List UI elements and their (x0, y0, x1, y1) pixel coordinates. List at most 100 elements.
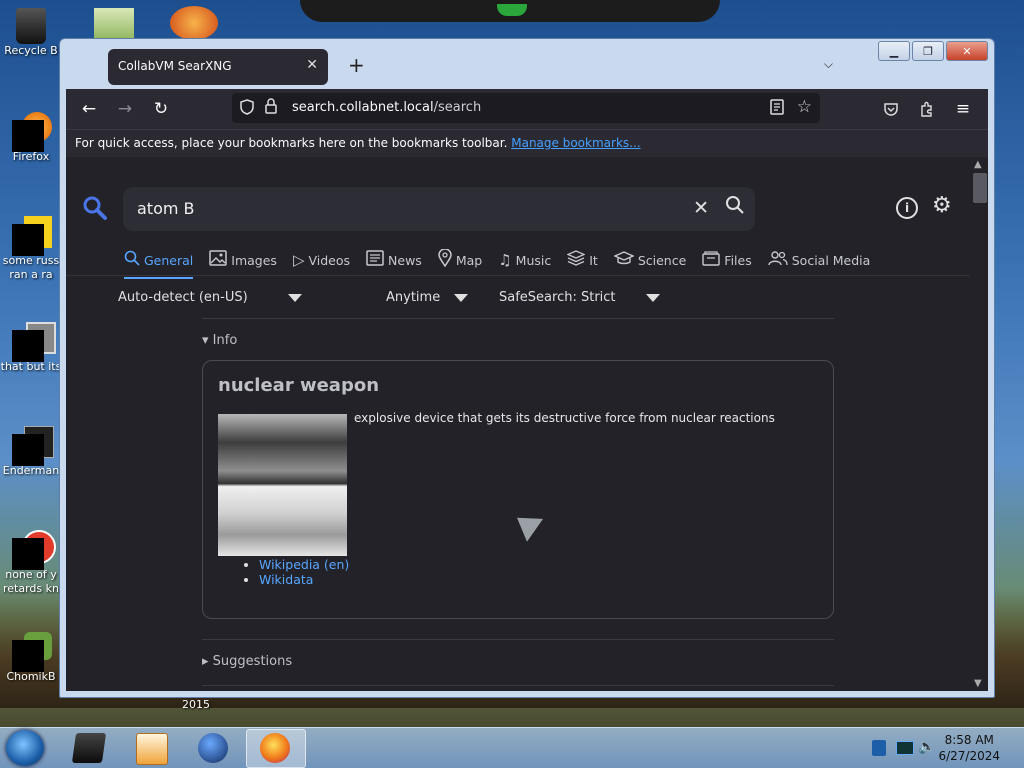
tab-label: It (589, 252, 598, 268)
bookmarks-toolbar: For quick access, place your bookmarks h… (66, 129, 988, 158)
desktop-icon-recycle-bin[interactable]: Recycle B (0, 6, 62, 58)
red-circle-icon (12, 530, 56, 570)
page-info-icon[interactable] (264, 98, 278, 118)
taskbar-globe-icon[interactable] (198, 733, 228, 763)
forward-button[interactable]: → (114, 98, 136, 120)
reader-view-icon[interactable] (770, 99, 784, 119)
tab-close-icon[interactable]: ✕ (306, 57, 318, 73)
music-icon: ♫ (498, 251, 512, 269)
time-range-select[interactable]: Anytime (386, 290, 469, 305)
taskbar-app-terminal-icon[interactable] (71, 733, 107, 763)
people-icon (768, 250, 788, 270)
search-box[interactable]: atom B ✕ (123, 187, 755, 231)
infobox-links: Wikipedia (en) Wikidata (243, 557, 349, 587)
safesearch-select[interactable]: SafeSearch: Strict (499, 290, 660, 305)
minimize-button[interactable]: ▁ (878, 41, 910, 61)
infobox-card: nuclear weapon explosive device that get… (202, 360, 834, 619)
tray-volume-icon[interactable]: 🔈 (918, 739, 935, 755)
search-input[interactable]: atom B (137, 199, 195, 218)
desktop-folder-icon[interactable] (94, 8, 134, 42)
new-tab-button[interactable]: + (348, 53, 365, 77)
pocket-icon[interactable] (880, 98, 902, 120)
hamburger-menu-icon[interactable]: ≡ (952, 98, 974, 120)
tab-label: Videos (308, 252, 351, 268)
start-button[interactable] (6, 730, 44, 766)
bookmarks-hint: For quick access, place your bookmarks h… (75, 136, 508, 150)
clock[interactable]: 8:58 AM 6/27/2024 (938, 732, 1000, 764)
system-tray: 🔈 8:58 AM 6/27/2024 (864, 728, 1024, 768)
infobox-image[interactable] (218, 414, 347, 556)
shield-icon[interactable] (240, 99, 254, 119)
scroll-down-icon[interactable]: ▼ (974, 678, 982, 689)
searxng-logo-icon[interactable] (82, 195, 108, 228)
tab-label: Files (724, 252, 752, 268)
scrollbar-thumb[interactable] (973, 173, 987, 203)
science-icon (613, 250, 635, 270)
page-scrollbar[interactable]: ▲ ▼ (970, 157, 988, 691)
tab-label: Music (515, 252, 552, 268)
navigation-toolbar: ← → ↻ search.collabnet.local/search ☆ ≡ (66, 89, 988, 129)
tab-label: Images (231, 252, 277, 268)
tab-label: News (388, 252, 422, 268)
tray-monitor-icon[interactable] (896, 741, 914, 755)
desktop-icon-file-2[interactable]: that but its (0, 322, 62, 374)
chevron-down-icon (287, 293, 302, 302)
hamster-icon (12, 632, 52, 672)
desktop-icon-firefox[interactable]: Firefox (0, 112, 62, 164)
info-section-label: Info (212, 333, 238, 348)
desktop-icon-chomik[interactable]: ChomikB (0, 632, 62, 684)
desktop-icon-file-1[interactable]: some russ ran a ra (0, 216, 62, 282)
tray-network-icon[interactable] (872, 740, 886, 756)
url-path: /search (433, 100, 482, 115)
manage-bookmarks-link[interactable]: Manage bookmarks... (511, 136, 640, 150)
suggestions-section-toggle[interactable]: ▸ Suggestions (202, 654, 292, 669)
newspaper-icon (366, 250, 384, 270)
play-icon: ▷ (292, 251, 305, 269)
map-pin-icon (438, 248, 452, 271)
desktop-app-icon[interactable] (170, 6, 218, 40)
time-range-value: Anytime (386, 290, 441, 305)
files-icon (702, 250, 720, 270)
infobox-description: explosive device that gets its destructi… (354, 411, 775, 425)
taskbar-media-player-icon[interactable] (136, 733, 168, 765)
clear-search-icon[interactable]: ✕ (693, 197, 709, 219)
tab-label: Social Media (791, 252, 871, 268)
maximize-button[interactable]: ❐ (912, 41, 944, 61)
close-window-button[interactable]: ✕ (946, 41, 988, 61)
tab-collabvm-searxng[interactable]: CollabVM SearXNG ✕ (108, 49, 328, 85)
category-divider (66, 275, 970, 276)
stacked-windows-icon (12, 322, 56, 362)
firefox-icon (12, 112, 52, 152)
scroll-up-icon[interactable]: ▲ (974, 159, 982, 170)
safesearch-value: SafeSearch: Strict (499, 290, 616, 305)
divider (202, 685, 834, 686)
infobox-title: nuclear weapon (218, 375, 380, 396)
taskbar-firefox-icon[interactable] (260, 733, 290, 763)
recycle-bin-icon (14, 6, 48, 44)
bookmark-star-icon[interactable]: ☆ (797, 97, 812, 117)
desktop-icon-label: Recycle B (4, 44, 58, 57)
taskbar: 🔈 8:58 AM 6/27/2024 (0, 727, 1024, 768)
browser-window: CollabVM SearXNG ✕ + ⌵ ▁ ❐ ✕ ← → ↻ searc… (59, 38, 995, 698)
program-icon (12, 426, 54, 466)
desktop-icon-file-3[interactable]: none of y retards kn (0, 530, 62, 596)
wikidata-link[interactable]: Wikidata (259, 572, 313, 587)
language-value: Auto-detect (en-US) (118, 290, 248, 305)
desktop-icon-enderman[interactable]: Enderman (0, 426, 62, 478)
info-icon[interactable]: i (896, 197, 918, 219)
language-select[interactable]: Auto-detect (en-US) (118, 290, 302, 305)
reload-button[interactable]: ↻ (150, 98, 172, 120)
url-bar[interactable]: search.collabnet.local/search ☆ (232, 93, 820, 123)
desktop-icon-label: Enderman (2, 464, 60, 477)
back-button[interactable]: ← (78, 98, 100, 120)
settings-gear-icon[interactable]: ⚙ (932, 193, 952, 218)
chevron-down-icon (645, 293, 660, 302)
tab-label: General (144, 252, 194, 268)
tab-strip: CollabVM SearXNG ✕ + ⌵ ▁ ❐ ✕ (66, 39, 988, 89)
extensions-icon[interactable] (916, 98, 938, 120)
search-submit-icon[interactable] (725, 195, 745, 220)
list-all-tabs-icon[interactable]: ⌵ (824, 57, 833, 72)
info-section-toggle[interactable]: ▾ Info (202, 333, 237, 348)
wikipedia-link[interactable]: Wikipedia (en) (259, 557, 349, 572)
suggestions-section-label: Suggestions (212, 654, 293, 669)
